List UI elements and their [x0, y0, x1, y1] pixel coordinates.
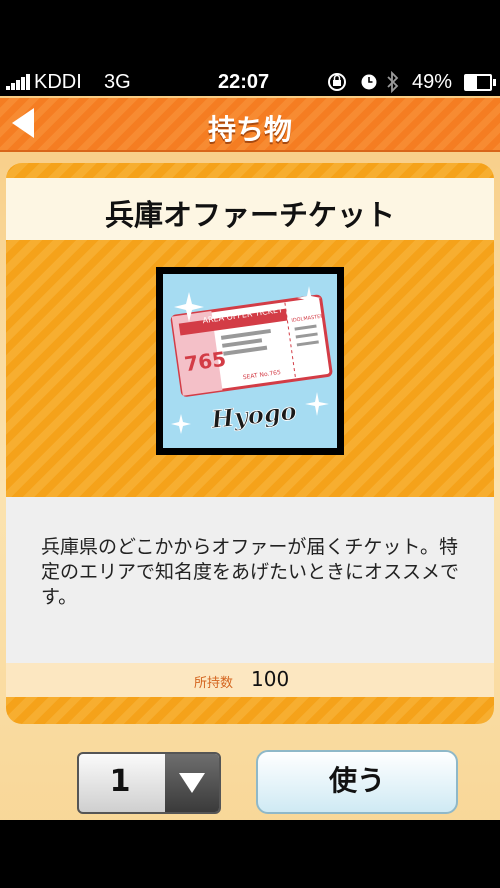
battery-icon	[464, 74, 496, 91]
signal-icon	[6, 74, 32, 90]
item-card: 兵庫オファーチケット AREA OFFER TICKET 765 IDOLMAS…	[6, 163, 494, 724]
description-box: 兵庫県のどこかからオファーが届くチケット。特定のエリアで知名度をあげたいときにオ…	[6, 497, 494, 665]
carrier-name: KDDI	[34, 71, 82, 93]
status-bar: KDDI 3G 22:07 49%	[0, 0, 500, 96]
quantity-value: 1	[109, 764, 131, 799]
chevron-down-icon	[179, 773, 205, 793]
item-description: 兵庫県のどこかからオファーが届くチケット。特定のエリアで知名度をあげたいときにオ…	[41, 536, 460, 608]
bluetooth-icon	[387, 71, 399, 93]
owned-count-row: 所持数 100	[6, 663, 494, 697]
owned-count-label: 所持数	[194, 676, 234, 691]
battery-percent: 49%	[412, 71, 453, 93]
dropdown-button[interactable]	[165, 754, 219, 812]
use-button[interactable]: 使う	[256, 750, 458, 814]
nav-header: 持ち物	[0, 98, 500, 152]
hyogo-script: Hyogo	[209, 396, 298, 434]
clock: 22:07	[218, 71, 270, 93]
page-title: 持ち物	[207, 113, 292, 146]
quantity-selector[interactable]: 1	[77, 752, 221, 814]
item-name-bar: 兵庫オファーチケット	[6, 178, 494, 240]
screen: KDDI 3G 22:07 49% 持ち物 兵庫オファーチケット AREA OF…	[0, 0, 500, 888]
bottom-bar	[0, 820, 500, 888]
alarm-icon	[361, 74, 377, 90]
rotation-lock-icon	[328, 73, 346, 91]
item-image: AREA OFFER TICKET 765 IDOLMASTER SEAT No…	[156, 267, 344, 455]
owned-count-value: 100	[251, 667, 290, 691]
network-type: 3G	[104, 71, 131, 93]
ticket-illustration: AREA OFFER TICKET 765 IDOLMASTER SEAT No…	[170, 286, 333, 434]
item-name: 兵庫オファーチケット	[104, 198, 395, 232]
